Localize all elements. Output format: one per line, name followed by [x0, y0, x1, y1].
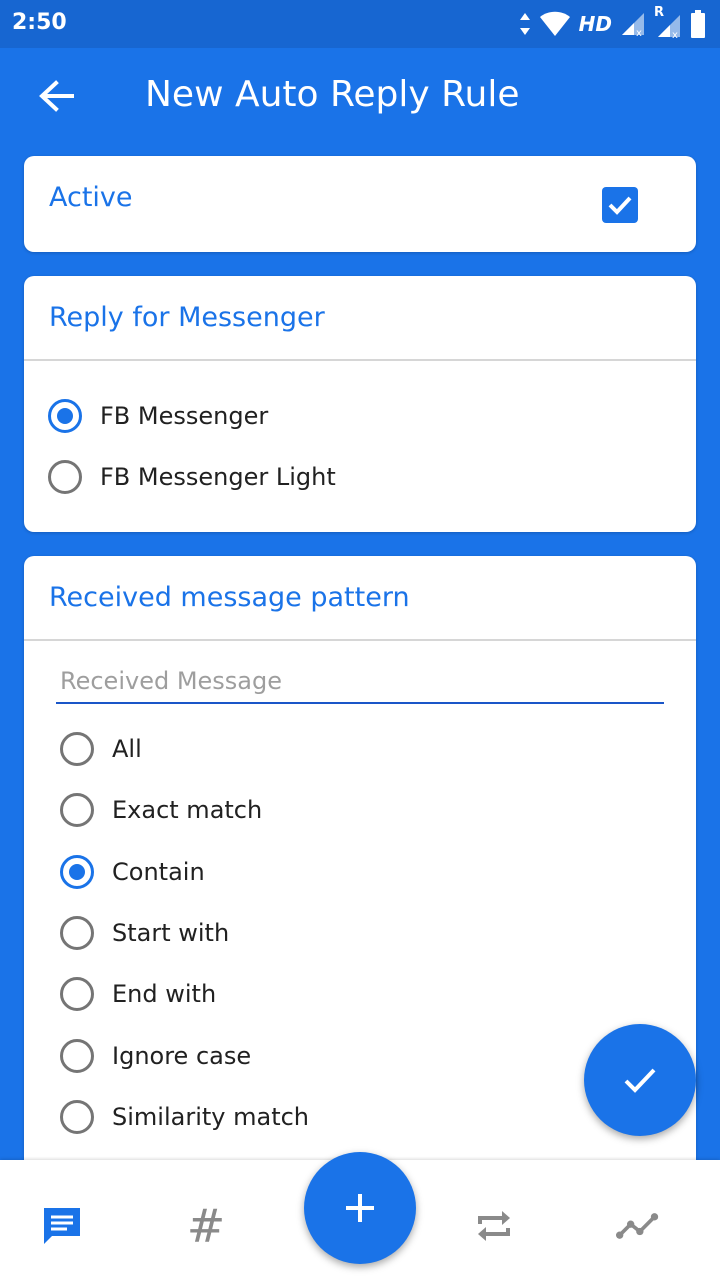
radio-label: All [112, 735, 142, 763]
add-fab[interactable] [304, 1152, 416, 1264]
pattern-card-title: Received message pattern [49, 582, 410, 613]
signal-icon: x [622, 13, 644, 37]
messenger-card: Reply for Messenger FB Messenger FB Mess… [24, 276, 696, 532]
status-icons: HD x R x [519, 5, 706, 40]
svg-text:x: x [636, 28, 642, 37]
active-card: Active [24, 156, 696, 252]
hashtag-icon: # [186, 1199, 226, 1253]
radio-label: FB Messenger [100, 402, 269, 430]
radio-label: Similarity match [112, 1103, 310, 1131]
nav-item-repeat[interactable] [472, 1204, 516, 1248]
divider [24, 359, 696, 361]
wifi-icon [539, 11, 570, 36]
radio-button[interactable] [60, 1100, 94, 1134]
pattern-card: Received message pattern All Exact match… [24, 556, 696, 1216]
data-transfer-icon [519, 13, 530, 35]
radio-option-start-with[interactable]: Start with [60, 911, 229, 955]
trend-icon [616, 1213, 659, 1239]
arrow-left-icon[interactable] [36, 76, 76, 116]
radio-button[interactable] [60, 855, 94, 889]
radio-button[interactable] [48, 460, 82, 494]
messenger-card-title: Reply for Messenger [49, 302, 325, 333]
signal-roaming-group: R x [654, 5, 682, 39]
repeat-icon [478, 1211, 510, 1241]
signal-icon-2: x [658, 15, 680, 39]
app-bar: New Auto Reply Rule [0, 48, 720, 144]
status-time: 2:50 [12, 10, 67, 35]
radio-label: FB Messenger Light [100, 463, 336, 491]
confirm-fab[interactable] [584, 1024, 696, 1136]
nav-item-hashtag[interactable]: # [184, 1199, 228, 1253]
radio-label: Start with [112, 919, 230, 947]
divider [24, 639, 696, 641]
radio-option-fb-messenger[interactable]: FB Messenger [48, 394, 268, 438]
radio-button[interactable] [60, 1039, 94, 1073]
radio-label: Contain [112, 858, 205, 886]
svg-text:x: x [672, 30, 678, 39]
radio-option-all[interactable]: All [60, 727, 142, 771]
radio-button[interactable] [60, 793, 94, 827]
radio-option-ignore-case[interactable]: Ignore case [60, 1034, 251, 1078]
radio-option-contain[interactable]: Contain [60, 850, 205, 894]
nav-item-messages[interactable] [40, 1204, 84, 1248]
radio-option-similarity-match[interactable]: Similarity match [60, 1095, 309, 1139]
radio-button[interactable] [60, 977, 94, 1011]
radio-option-fb-messenger-light[interactable]: FB Messenger Light [48, 455, 336, 499]
check-icon [624, 1068, 656, 1093]
radio-option-end-with[interactable]: End with [60, 972, 216, 1016]
page-title: New Auto Reply Rule [145, 74, 520, 115]
network-type-label: HD [578, 12, 612, 36]
message-icon [44, 1208, 80, 1244]
radio-button[interactable] [60, 732, 94, 766]
radio-button[interactable] [48, 399, 82, 433]
radio-label: End with [112, 980, 217, 1008]
radio-label: Ignore case [112, 1042, 252, 1070]
active-label: Active [49, 182, 133, 213]
check-icon [608, 196, 632, 215]
radio-button[interactable] [60, 916, 94, 950]
active-checkbox[interactable] [602, 187, 638, 223]
plus-icon [346, 1194, 374, 1222]
received-message-input[interactable] [56, 660, 664, 704]
nav-item-stats[interactable] [616, 1204, 660, 1248]
battery-icon [691, 10, 705, 38]
radio-label: Exact match [112, 796, 263, 824]
status-bar: 2:50 HD x R x [0, 0, 720, 48]
radio-option-exact-match[interactable]: Exact match [60, 788, 262, 832]
